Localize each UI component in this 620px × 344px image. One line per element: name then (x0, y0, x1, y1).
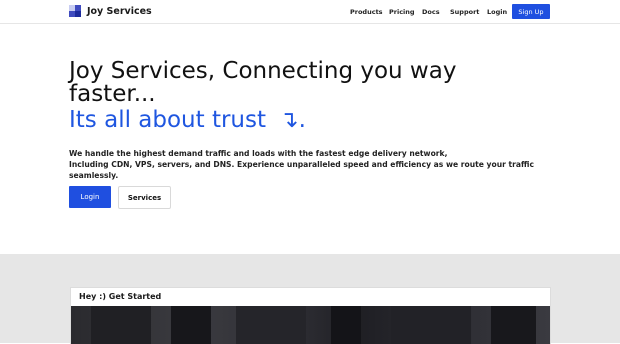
hero-title: Joy Services, Connecting you way faster.… (69, 58, 457, 107)
top-navbar: Joy Services Products Pricing Docs Suppo… (0, 0, 620, 24)
brand[interactable]: Joy Services (69, 5, 152, 17)
nav-item-products[interactable]: Products (350, 8, 383, 16)
description-line-1: We handle the highest demand traffic and… (69, 149, 448, 158)
card-title: Hey :) Get Started (79, 292, 162, 301)
nav-item-support[interactable]: Support (450, 8, 479, 16)
nav-item-docs[interactable]: Docs (422, 8, 440, 16)
hero-description: We handle the highest demand traffic and… (69, 148, 559, 181)
nav-item-login[interactable]: Login (487, 8, 507, 16)
datacenter-image (71, 306, 550, 344)
arrow-down-icon: ↴. (279, 107, 306, 133)
nav-item-pricing[interactable]: Pricing (389, 8, 415, 16)
hero-subtitle: Its all about trust ↴. (69, 107, 306, 133)
joy-logo-icon (69, 5, 81, 17)
signup-button[interactable]: Sign Up (512, 4, 550, 19)
services-button[interactable]: Services (118, 186, 171, 209)
hero-subtitle-text: Its all about trust (69, 107, 267, 133)
brand-name: Joy Services (87, 5, 152, 17)
description-line-2: Including CDN, VPS, servers, and DNS. Ex… (69, 160, 534, 180)
hero-login-button[interactable]: Login (69, 186, 111, 208)
getting-started-card: Hey :) Get Started (70, 287, 551, 344)
